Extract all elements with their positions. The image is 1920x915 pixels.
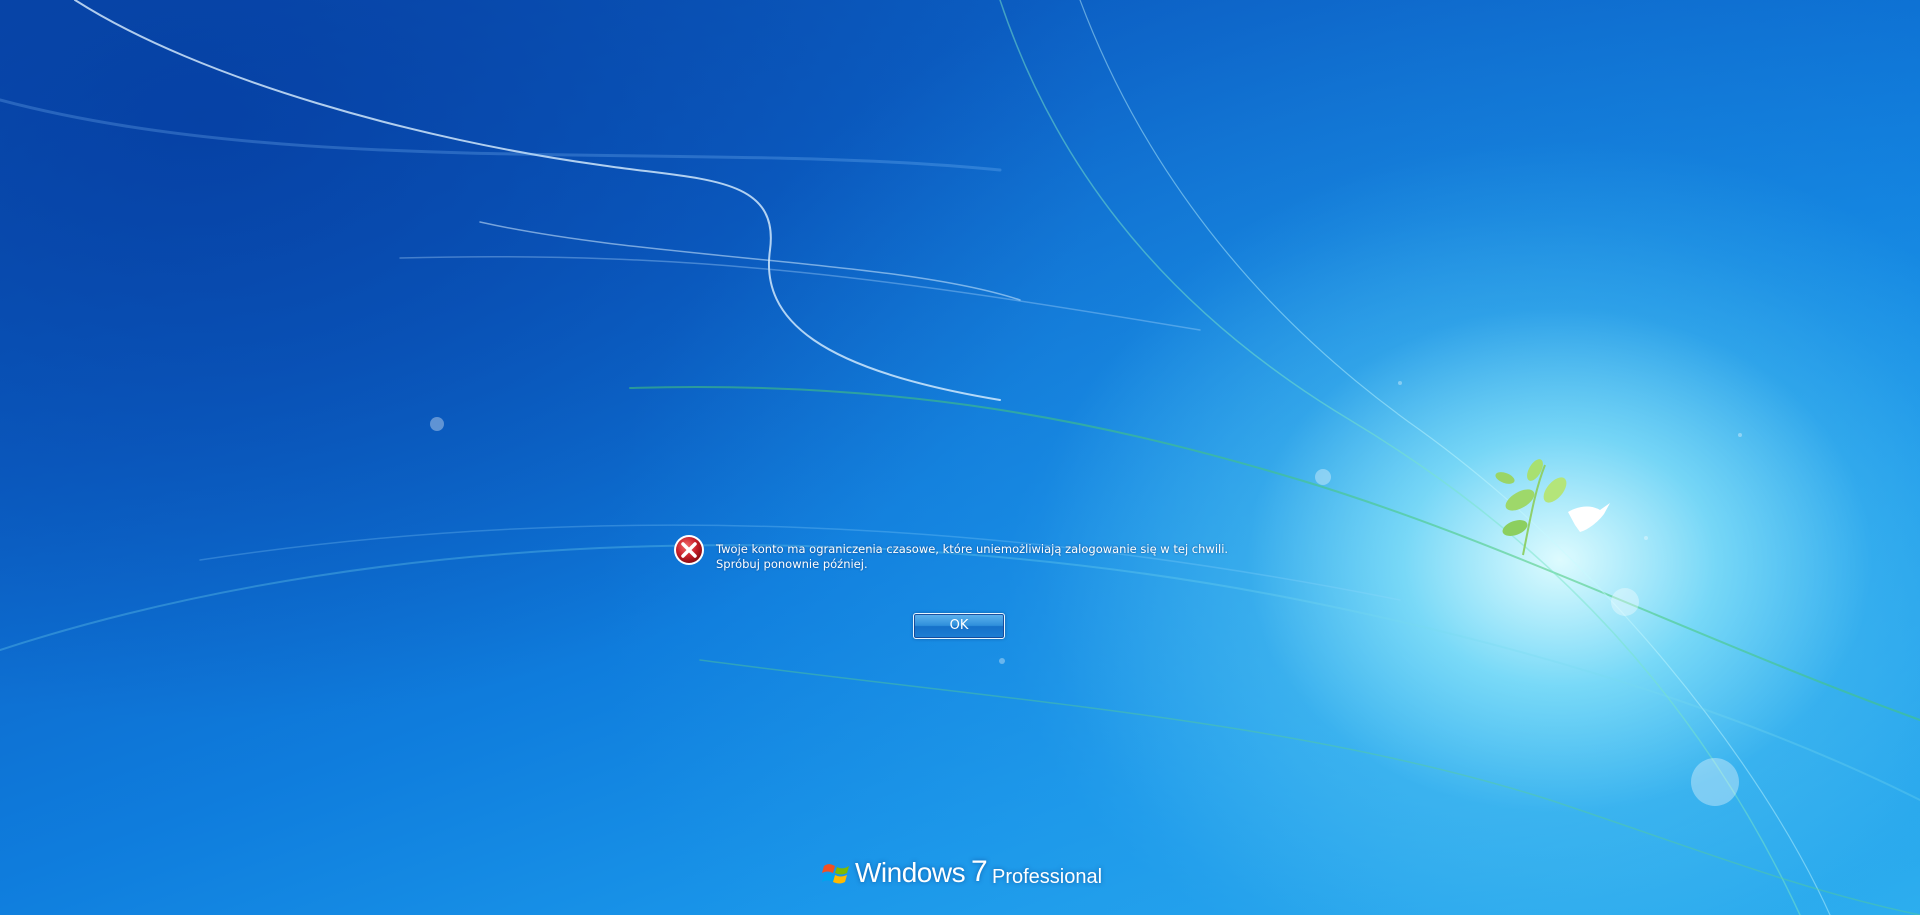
wallpaper [0,0,1920,915]
windows-edition: Professional [992,866,1103,888]
error-icon [674,535,704,565]
windows-flag-icon [822,864,849,884]
windows-version: 7 [971,855,988,888]
error-message-text: Twoje konto ma ograniczenia czasowe, któ… [716,542,1229,571]
windows-name: Windows [855,857,966,888]
ok-button[interactable]: OK [913,613,1005,639]
